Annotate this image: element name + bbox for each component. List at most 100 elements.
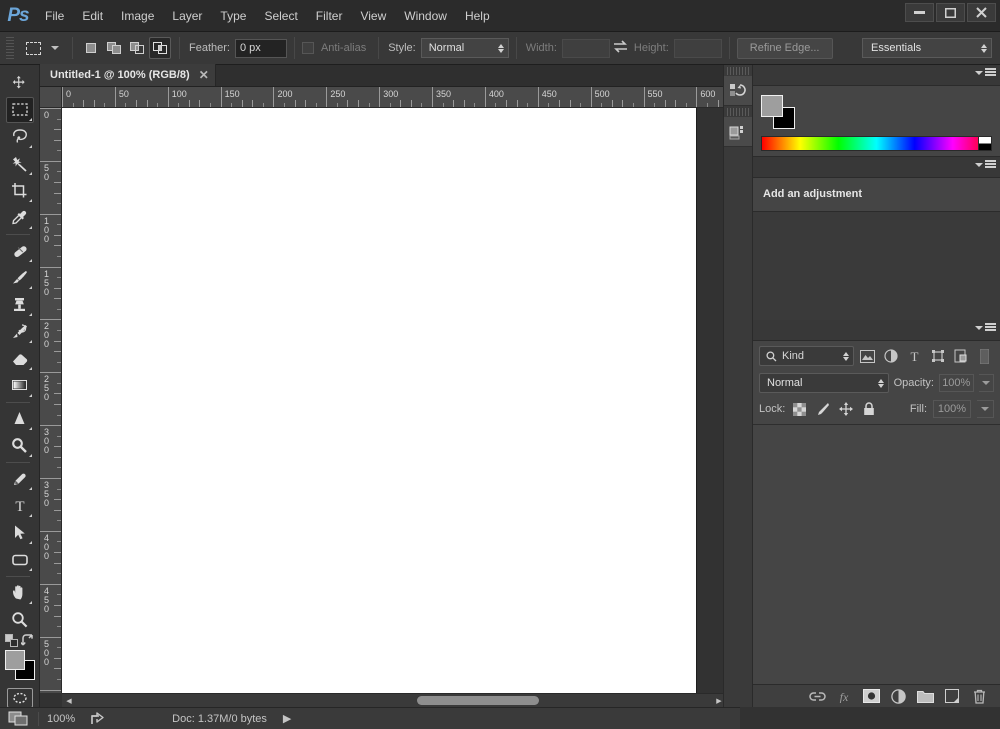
layer-list-empty-area[interactable]	[753, 478, 1000, 684]
delete-layer-icon[interactable]	[970, 687, 988, 705]
pen-tool[interactable]	[6, 466, 34, 492]
horizontal-type-tool[interactable]: T	[6, 493, 34, 519]
lock-image-pixels-icon[interactable]	[814, 401, 831, 418]
dock-grip[interactable]	[727, 67, 749, 75]
layer-style-fx-icon[interactable]: fx	[835, 687, 853, 705]
style-select[interactable]: Normal	[420, 38, 509, 58]
minimize-button[interactable]	[905, 3, 934, 22]
horizontal-scrollbar[interactable]: ◀ ▶	[62, 693, 726, 707]
dodge-tool[interactable]	[6, 433, 34, 459]
new-adjustment-layer-icon[interactable]	[889, 687, 907, 705]
opacity-chevron-down-icon[interactable]	[978, 374, 994, 392]
eraser-tool[interactable]	[6, 346, 34, 372]
crop-tool[interactable]	[6, 178, 34, 204]
fill-value[interactable]: 100%	[933, 400, 971, 418]
screen-mode-status-icon[interactable]	[0, 708, 38, 729]
mini-bridge-panel-icon[interactable]	[724, 117, 752, 147]
horizontal-ruler[interactable]: 0 50 100 150 200 250 300 350 400 450 500 550 600	[62, 87, 726, 108]
fill-chevron-down-icon[interactable]	[977, 400, 994, 418]
swap-dimensions-icon[interactable]	[610, 40, 632, 56]
refine-edge-button[interactable]: Refine Edge...	[736, 37, 833, 59]
lock-position-icon[interactable]	[837, 401, 854, 418]
anti-alias-checkbox[interactable]	[301, 42, 314, 54]
selection-mode-add[interactable]	[103, 37, 125, 59]
move-tool[interactable]	[6, 70, 34, 96]
filter-pixel-icon[interactable]	[858, 346, 877, 366]
horizontal-scrollbar-thumb[interactable]	[417, 696, 539, 705]
lasso-tool[interactable]	[6, 124, 34, 150]
menu-window[interactable]: Window	[395, 5, 456, 27]
link-layers-icon[interactable]	[808, 687, 826, 705]
history-brush-tool[interactable]	[6, 319, 34, 345]
vertical-ruler[interactable]: 0 50 100 150 200 250 300 350 400 450 500 550	[40, 108, 62, 693]
filter-type-icon[interactable]: T	[905, 346, 924, 366]
canvas-viewport[interactable]	[62, 108, 726, 693]
color-spectrum-ramp[interactable]	[761, 136, 992, 151]
scroll-left-icon[interactable]: ◀	[62, 697, 76, 705]
menu-select[interactable]: Select	[255, 5, 306, 27]
width-input[interactable]	[561, 38, 610, 58]
close-icon[interactable]: ✕	[199, 69, 209, 81]
rectangular-marquee-tool[interactable]	[5, 97, 34, 123]
magic-wand-tool[interactable]	[6, 151, 34, 177]
share-icon[interactable]	[83, 708, 114, 729]
hand-tool[interactable]	[6, 580, 34, 606]
filter-shape-icon[interactable]	[928, 346, 947, 366]
layers-panel-menu-icon[interactable]	[975, 323, 996, 332]
close-button[interactable]	[967, 3, 996, 22]
path-selection-tool[interactable]	[6, 520, 34, 546]
foreground-color-swatch[interactable]	[4, 650, 25, 670]
adjustments-panel-menu-icon[interactable]	[975, 160, 996, 169]
swap-colors-icon[interactable]	[19, 634, 35, 650]
canvas-sheet[interactable]	[62, 108, 696, 693]
workspace-select[interactable]: Essentials	[862, 38, 992, 58]
filter-enable-toggle[interactable]	[975, 346, 994, 366]
quick-mask-icon[interactable]	[6, 688, 33, 708]
menu-view[interactable]: View	[351, 5, 395, 27]
feather-input[interactable]	[234, 38, 287, 58]
history-panel-icon[interactable]	[724, 76, 752, 106]
status-expand-icon[interactable]: ▶	[275, 708, 299, 729]
options-bar-grip[interactable]	[6, 37, 14, 59]
menu-layer[interactable]: Layer	[163, 5, 211, 27]
color-panel-foreground-swatch[interactable]	[761, 95, 783, 117]
menu-file[interactable]: File	[36, 5, 73, 27]
tool-preset-chevron-down-icon[interactable]	[51, 46, 59, 50]
menu-edit[interactable]: Edit	[73, 5, 112, 27]
new-layer-icon[interactable]	[943, 687, 961, 705]
color-panel-menu-icon[interactable]	[975, 68, 996, 77]
zoom-tool[interactable]	[6, 607, 34, 633]
filter-adjustment-icon[interactable]	[881, 346, 900, 366]
add-layer-mask-icon[interactable]	[862, 687, 880, 705]
lock-transparent-pixels-icon[interactable]	[791, 401, 808, 418]
clone-stamp-tool[interactable]	[6, 292, 34, 318]
selection-mode-subtract[interactable]	[126, 37, 148, 59]
menu-type[interactable]: Type	[211, 5, 255, 27]
dock-grip[interactable]	[727, 108, 749, 116]
new-group-icon[interactable]	[916, 687, 934, 705]
selection-mode-new[interactable]	[80, 37, 102, 59]
document-info[interactable]: Doc: 1.37M/0 bytes	[164, 708, 275, 729]
ruler-corner[interactable]	[40, 87, 62, 108]
eyedropper-tool[interactable]	[6, 205, 34, 231]
document-tab[interactable]: Untitled-1 @ 100% (RGB/8) ✕	[40, 64, 216, 86]
filter-smart-object-icon[interactable]	[951, 346, 970, 366]
opacity-value[interactable]: 100%	[938, 374, 974, 392]
blend-mode-select[interactable]: Normal	[759, 373, 889, 393]
menu-help[interactable]: Help	[456, 5, 499, 27]
spectrum-endcap[interactable]	[978, 137, 991, 150]
layer-filter-kind-select[interactable]: Kind	[759, 346, 854, 366]
lock-all-icon[interactable]	[860, 401, 877, 418]
menu-filter[interactable]: Filter	[307, 5, 352, 27]
brush-tool[interactable]	[6, 265, 34, 291]
blur-tool[interactable]	[6, 406, 34, 432]
selection-mode-intersect[interactable]	[149, 37, 171, 59]
rectangle-tool[interactable]	[6, 547, 34, 573]
gradient-tool[interactable]	[6, 373, 34, 399]
height-input[interactable]	[673, 38, 722, 58]
maximize-button[interactable]	[936, 3, 965, 22]
zoom-level[interactable]: 100%	[39, 708, 83, 729]
rectangular-marquee-icon[interactable]	[20, 36, 46, 60]
menu-image[interactable]: Image	[112, 5, 163, 27]
spot-healing-brush-tool[interactable]	[6, 238, 34, 264]
